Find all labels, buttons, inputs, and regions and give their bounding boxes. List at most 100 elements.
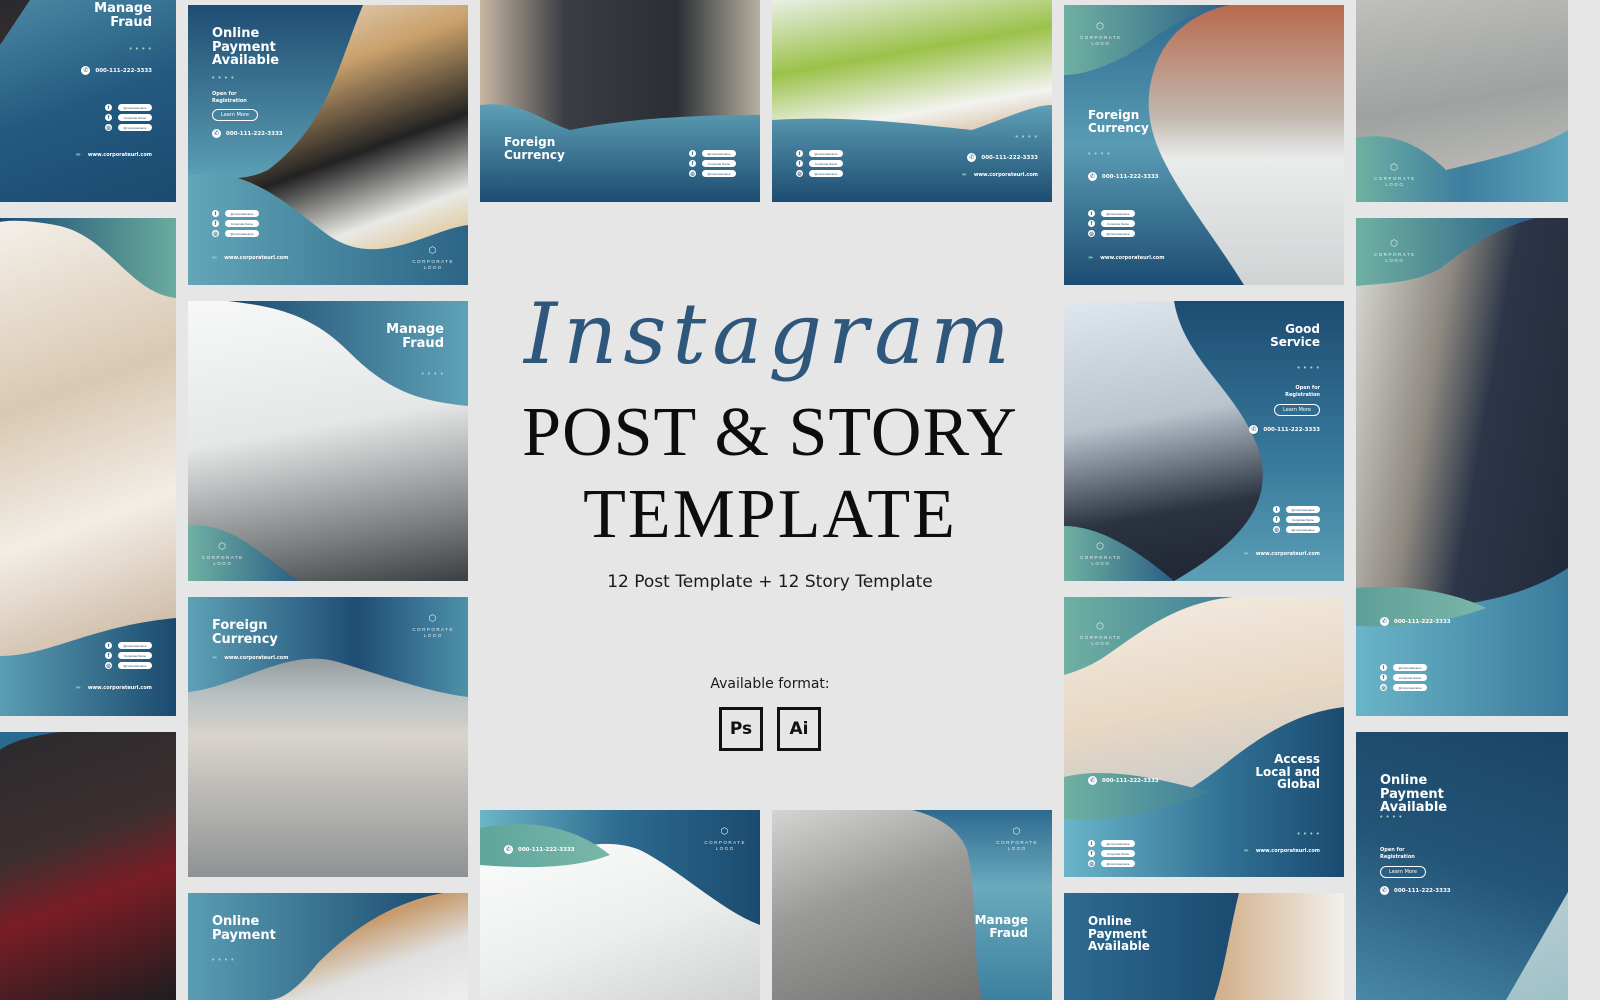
format-list: Ps Ai (480, 707, 1060, 751)
twitter-icon: t (796, 150, 803, 157)
logo-icon: ⬡ (428, 613, 438, 623)
social-handle: @corporatename (1393, 684, 1427, 691)
phone-icon: ✆ (81, 66, 91, 75)
phone-icon: ✆ (504, 845, 513, 854)
phone-icon: ✆ (1380, 617, 1389, 626)
story-tile-floor[interactable]: ⬡ CORPORATE LOGO (1356, 0, 1568, 202)
open-for-label: Open for Registration (1380, 847, 1415, 860)
social-handle: Corporate Name (118, 652, 152, 659)
tile-title: Good Service (1270, 322, 1320, 349)
social-handle: Corporate Name (1286, 516, 1320, 523)
url-text: www.corporateurl.com (87, 685, 152, 691)
facebook-icon: f (212, 220, 219, 227)
social-list: t @corporatename f Corporate Name ◎ @corpor… (1088, 840, 1135, 867)
post-tile-desk-bottom[interactable]: ✆ 000-111-222-3333 ⬡ CORPORATE LOGO (480, 810, 760, 1000)
facebook-icon: f (796, 160, 803, 167)
phone-number: 000-111-222-3333 (1263, 426, 1320, 433)
logo-icon: ⬡ (1390, 162, 1400, 172)
post-tile-chairs-top[interactable]: t @corporatename f Corporate Name ◎ @corpor… (772, 0, 1052, 202)
post-tile-access-local-global[interactable]: ⬡ CORPORATE LOGO ✆ 000-111-222-3333 Access … (1064, 597, 1344, 877)
phone-info: ✆ 000-111-222-3333 (504, 845, 575, 854)
tile-title: Manage Fraud (94, 1, 152, 30)
post-tile-online-payment[interactable]: Online Payment Available • • • • Open fo… (188, 5, 468, 285)
website-url: ›››› www.corporateurl.com (1244, 848, 1320, 854)
social-handle: Corporate Name (809, 160, 843, 167)
instagram-icon: ◎ (1380, 684, 1387, 691)
tile-photo (0, 0, 30, 45)
tile-title: Manage Fraud (974, 913, 1028, 940)
phone-icon: ✆ (967, 153, 977, 162)
post-tile-foreign-currency-office[interactable]: Foreign Currency ›››› www.corporateurl.co… (188, 597, 468, 877)
website-url: ›››› www.corporateurl.com (1244, 551, 1320, 557)
phone-number: 000-111-222-3333 (1102, 173, 1159, 180)
learn-more-button[interactable]: Learn More (212, 109, 258, 121)
tile-title: Online Payment Available (212, 26, 280, 69)
social-handle: @corporatename (1286, 526, 1320, 533)
post-tile-good-service[interactable]: Good Service • • • • Open for Registratio… (1064, 301, 1344, 581)
social-handle: @corporatename (118, 124, 152, 131)
facebook-icon: f (1380, 674, 1387, 681)
wave-shape (1064, 5, 1344, 285)
logo-icon: ⬡ (720, 826, 730, 836)
twitter-icon: t (212, 210, 219, 217)
phone-number: 000-111-222-3333 (95, 67, 152, 74)
twitter-icon: t (1380, 664, 1387, 671)
post-tile-foreign-currency-right[interactable]: ⬡ CORPORATE LOGO Foreign Currency • • • • … (1064, 5, 1344, 285)
story-tile-man[interactable]: ⬡ CORPORATE LOGO ✆ 000-111-222-3333 t @corpo… (1356, 218, 1568, 716)
social-list: t @corporatename f Corporate Name ◎ @corpor… (1273, 506, 1320, 533)
social-handle: Corporate Name (1101, 220, 1135, 227)
phone-icon: ✆ (1088, 776, 1097, 785)
website-url: ›››› www.corporateurl.com (1088, 255, 1164, 261)
post-tile-online-payment-available-bottom[interactable]: Online Payment Available (1064, 893, 1344, 1000)
social-handle: @corporatename (809, 150, 843, 157)
wave-shape (1356, 568, 1568, 716)
phone-number: 000-111-222-3333 (518, 846, 575, 853)
story-tile-manage-fraud[interactable]: Manage Fraud • • • • ✆ 000-111-222-3333 t… (0, 0, 176, 202)
post-tile-online-payment-bottom[interactable]: Online Payment • • • • (188, 893, 468, 1000)
social-handle: @corporatename (118, 662, 152, 669)
story-tile-dark[interactable] (0, 732, 176, 1000)
facebook-icon: f (1273, 516, 1280, 523)
post-tile-manage-fraud-bottom[interactable]: ⬡ CORPORATE LOGO Manage Fraud (772, 810, 1052, 1000)
twitter-icon: t (1088, 840, 1095, 847)
post-tile-manage-fraud[interactable]: Manage Fraud • • • • ⬡ CORPORATE LOGO (188, 301, 468, 581)
corporate-logo: ⬡ CORPORATE LOGO (1080, 541, 1122, 566)
decor-dots: • • • • (129, 46, 152, 53)
tile-title: Online Payment Available (1088, 914, 1150, 954)
arrows-icon: ›››› (75, 152, 81, 158)
social-handle: @corporatename (702, 150, 736, 157)
story-tile-laptop[interactable]: t @corporatename f Corporate Name ◎ @corpor… (0, 218, 176, 716)
phone-icon: ✆ (1249, 425, 1259, 434)
logo-icon: ⬡ (1096, 541, 1106, 551)
hero-title-line2: TEMPLATE (583, 476, 957, 553)
learn-more-button[interactable]: Learn More (1380, 866, 1426, 878)
url-text: www.corporateurl.com (224, 255, 289, 261)
social-list: t @corporatename f Corporate Name ◎ @corpor… (1088, 210, 1135, 237)
wave-shape (0, 732, 176, 752)
story-tile-online-payment[interactable]: Online Payment Available • • • • Open fo… (1356, 732, 1568, 1000)
instagram-icon: ◎ (796, 170, 803, 177)
phone-number: 000-111-222-3333 (981, 154, 1038, 161)
tile-title: Foreign Currency (504, 135, 565, 162)
phone-info: ✆ 000-111-222-3333 (1380, 886, 1451, 895)
logo-icon: ⬡ (1096, 621, 1106, 631)
url-text: www.corporateurl.com (87, 152, 152, 158)
facebook-icon: f (689, 160, 696, 167)
logo-icon: ⬡ (428, 245, 438, 255)
twitter-icon: t (105, 104, 112, 111)
social-handle: Corporate Name (1101, 850, 1135, 857)
social-handle: Corporate Name (702, 160, 736, 167)
hero-section: Instagram POST & STORY TEMPLATE 12 Post … (480, 205, 1060, 805)
corporate-logo: ⬡ CORPORATE LOGO (1374, 238, 1416, 263)
social-handle: @corporatename (225, 230, 259, 237)
logo-icon: ⬡ (218, 541, 228, 551)
facebook-icon: f (1088, 850, 1095, 857)
phone-number: 000-111-222-3333 (1394, 887, 1451, 894)
phone-number: 000-111-222-3333 (1102, 777, 1159, 784)
facebook-icon: f (105, 114, 112, 121)
post-tile-foreign-currency-top[interactable]: Foreign Currency t @corporatename f Corpor… (480, 0, 760, 202)
decor-dots: • • • • (1015, 134, 1038, 141)
photoshop-format-icon: Ps (719, 707, 763, 751)
phone-info: ✆ 000-111-222-3333 (967, 153, 1038, 162)
learn-more-button[interactable]: Learn More (1274, 404, 1320, 416)
